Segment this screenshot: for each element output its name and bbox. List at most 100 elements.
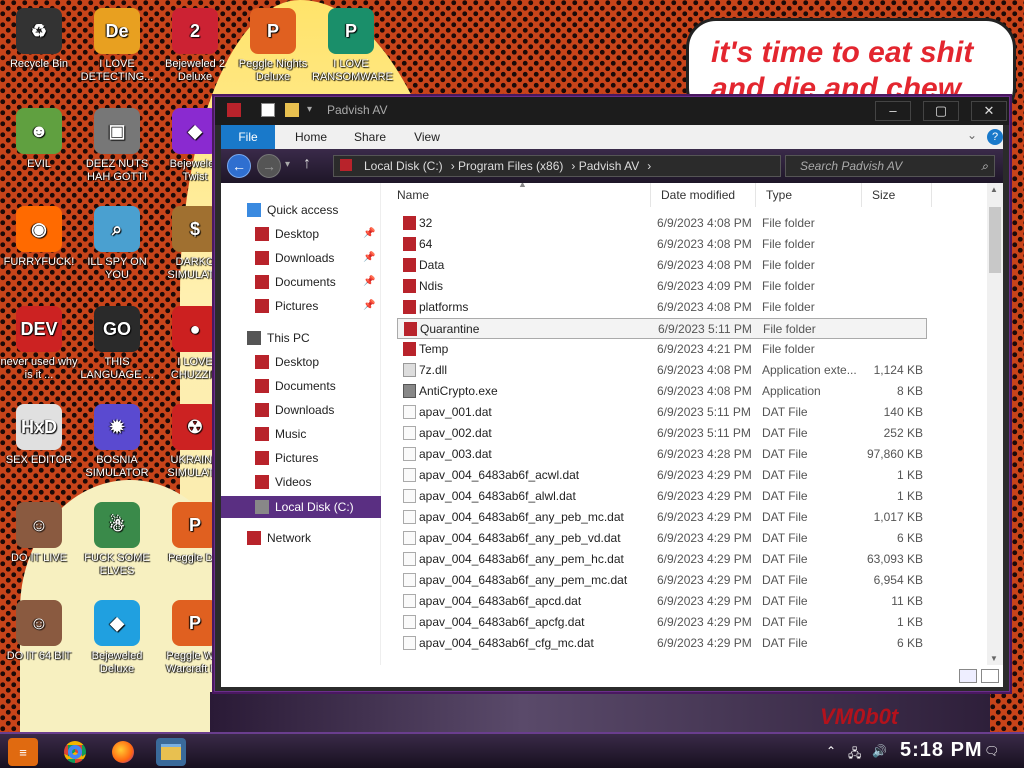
quick-access-toolbar-dropdown-icon[interactable]: ▾ (307, 104, 312, 115)
file-row[interactable]: AntiCrypto.exe 6/9/2023 4:08 PM Applicatio… (397, 381, 927, 402)
tray-overflow-icon[interactable]: ⌃ (826, 744, 836, 758)
desktop-icon[interactable]: P Peggle Nights Deluxe (234, 8, 312, 84)
maximize-button[interactable]: ▢ (923, 101, 959, 121)
desktop-icon[interactable]: ☺ DO IT LIVE (0, 502, 78, 565)
file-row[interactable]: apav_004_6483ab6f_acwl.dat 6/9/2023 4:29 … (397, 465, 927, 486)
desktop-icon[interactable]: ◉ FURRYFUCK! (0, 206, 78, 269)
network-icon[interactable]: 🖧 (848, 744, 861, 765)
volume-icon[interactable]: 🔊 (872, 744, 887, 758)
file-row[interactable]: Temp 6/9/2023 4:21 PM File folder (397, 339, 927, 360)
search-input[interactable]: Search Padvish AV ⌕ (785, 155, 995, 177)
properties-icon[interactable] (261, 103, 275, 117)
file-icon (403, 468, 416, 482)
file-row[interactable]: Quarantine 6/9/2023 5:11 PM File folder (397, 318, 927, 339)
desktop-icon[interactable]: P I LOVE RANSOMWARE (312, 8, 393, 84)
nav-pc-music-icon (255, 427, 269, 441)
nav-item-quick-desktop[interactable]: Desktop 📌 (221, 223, 381, 245)
file-row[interactable]: apav_003.dat 6/9/2023 4:28 PM DAT File 97,8… (397, 444, 927, 465)
desktop-icon[interactable]: De I LOVE DETECTING... (78, 8, 156, 84)
desktop-icon-image: ● (172, 306, 218, 352)
new-folder-icon[interactable] (285, 103, 299, 117)
tab-share[interactable]: Share (343, 125, 397, 149)
desktop-icon[interactable]: DEV never used why is it ... (0, 306, 78, 382)
details-view-icon[interactable] (959, 669, 977, 683)
file-size: 11 KB (891, 594, 923, 608)
scrollbar-thumb[interactable] (989, 207, 1001, 273)
tab-file[interactable]: File (221, 125, 275, 149)
file-date-modified: 6/9/2023 4:29 PM (657, 615, 752, 629)
desktop-icon[interactable]: ☺ DO IT 64 BIT (0, 600, 78, 663)
nav-item-pc-downloads[interactable]: Downloads (221, 399, 381, 421)
nav-item-pc-pictures[interactable]: Pictures (221, 447, 381, 469)
file-row[interactable]: apav_004_6483ab6f_cfg_mc.dat 6/9/2023 4:2… (397, 633, 927, 654)
file-row[interactable]: 64 6/9/2023 4:08 PM File folder (397, 234, 927, 255)
nav-item-pc-documents[interactable]: Documents (221, 375, 381, 397)
file-row[interactable]: apav_004_6483ab6f_apcfg.dat 6/9/2023 4:29… (397, 612, 927, 633)
back-button[interactable]: ← (227, 154, 251, 178)
file-row[interactable]: 32 6/9/2023 4:08 PM File folder (397, 213, 927, 234)
up-button[interactable]: ↑ (303, 155, 311, 173)
nav-item-quick-pictures[interactable]: Pictures 📌 (221, 295, 381, 317)
ribbon-expand-icon[interactable]: ⌄ (967, 128, 977, 142)
desktop-icon[interactable]: GO THIS LANGUAGE ... (78, 306, 156, 382)
column-date-modified[interactable]: Date modified (651, 183, 756, 207)
desktop-icon[interactable]: ☃ FUCK SOME ELVES (78, 502, 156, 578)
column-size[interactable]: Size (862, 183, 932, 207)
file-row[interactable]: apav_004_6483ab6f_any_peb_vd.dat 6/9/2023… (397, 528, 927, 549)
file-row[interactable]: apav_001.dat 6/9/2023 5:11 PM DAT File 140 … (397, 402, 927, 423)
breadcrumb-program-files[interactable]: Program Files (x86) (458, 159, 563, 173)
file-row[interactable]: apav_004_6483ab6f_any_pem_hc.dat 6/9/2023… (397, 549, 927, 570)
breadcrumb-padvish[interactable]: Padvish AV (579, 159, 639, 173)
nav-item-pc-desktop[interactable]: Desktop (221, 351, 381, 373)
start-icon[interactable]: ≡ (8, 738, 38, 766)
file-explorer-icon[interactable] (156, 738, 186, 766)
nav-item-network[interactable]: Network (221, 527, 381, 549)
file-row[interactable]: Data 6/9/2023 4:08 PM File folder (397, 255, 927, 276)
nav-item-local-disk[interactable]: Local Disk (C:) (221, 496, 381, 518)
column-name[interactable]: Name (381, 183, 651, 207)
desktop-icon[interactable]: ▣ DEEZ NUTS HAH GOTTI (78, 108, 156, 184)
nav-item-pc-videos[interactable]: Videos (221, 471, 381, 493)
help-icon[interactable]: ? (987, 129, 1003, 145)
minimize-button[interactable]: – (875, 101, 911, 121)
tab-home[interactable]: Home (283, 125, 339, 149)
nav-item-label: Local Disk (C:) (275, 500, 354, 514)
file-row[interactable]: platforms 6/9/2023 4:08 PM File folder (397, 297, 927, 318)
tab-view[interactable]: View (401, 125, 453, 149)
chrome-icon[interactable] (60, 738, 90, 766)
firefox-icon[interactable] (108, 738, 138, 766)
desktop-icon[interactable]: ✹ BOSNIA SIMULATOR (78, 404, 156, 480)
desktop-icon[interactable]: ◆ Bejeweled Deluxe (78, 600, 156, 676)
vertical-scrollbar[interactable]: ▲ ▼ (987, 183, 1003, 665)
desktop-icon[interactable]: ♻ Recycle Bin (0, 8, 78, 71)
desktop-icon[interactable]: 2 Bejeweled 2 Deluxe (156, 8, 234, 84)
clock[interactable]: 5:18 PM (900, 739, 983, 762)
nav-item-this-pc[interactable]: This PC (221, 327, 381, 349)
file-row[interactable]: apav_002.dat 6/9/2023 5:11 PM DAT File 252 … (397, 423, 927, 444)
file-row[interactable]: apav_004_6483ab6f_apcd.dat 6/9/2023 4:29 … (397, 591, 927, 612)
close-button[interactable]: ✕ (971, 101, 1007, 121)
scroll-up-icon[interactable]: ▲ (990, 185, 998, 194)
file-row[interactable]: apav_004_6483ab6f_any_peb_mc.dat 6/9/2023… (397, 507, 927, 528)
recent-locations-icon[interactable]: ▾ (285, 159, 290, 170)
large-icons-view-icon[interactable] (981, 669, 999, 683)
breadcrumb[interactable]: Local Disk (C:) › Program Files (x86) › Pa… (333, 155, 781, 177)
nav-item-quick-documents[interactable]: Documents 📌 (221, 271, 381, 293)
breadcrumb-drive[interactable]: Local Disk (C:) (364, 159, 443, 173)
desktop-icon[interactable]: ⌕ ILL SPY ON YOU (78, 206, 156, 282)
file-row[interactable]: Ndis 6/9/2023 4:09 PM File folder (397, 276, 927, 297)
notifications-icon[interactable]: 🗨 (984, 744, 999, 758)
nav-item-quick-access[interactable]: Quick access (221, 199, 381, 221)
file-row[interactable]: apav_004_6483ab6f_alwl.dat 6/9/2023 4:29 … (397, 486, 927, 507)
forward-button[interactable]: → (257, 154, 281, 178)
nav-item-quick-downloads[interactable]: Downloads 📌 (221, 247, 381, 269)
desktop-icon[interactable]: ☻ EVIL (0, 108, 78, 171)
nav-item-pc-music[interactable]: Music (221, 423, 381, 445)
column-type[interactable]: Type (756, 183, 862, 207)
nav-this-pc-icon (247, 331, 261, 345)
scroll-down-icon[interactable]: ▼ (990, 654, 998, 663)
file-row[interactable]: 7z.dll 6/9/2023 4:08 PM Application exte..… (397, 360, 927, 381)
title-bar[interactable]: ▾ Padvish AV – ▢ ✕ (215, 97, 1009, 125)
file-row[interactable]: apav_004_6483ab6f_any_pem_mc.dat 6/9/2023… (397, 570, 927, 591)
desktop-icon[interactable]: HxD SEX EDITOR (0, 404, 78, 467)
